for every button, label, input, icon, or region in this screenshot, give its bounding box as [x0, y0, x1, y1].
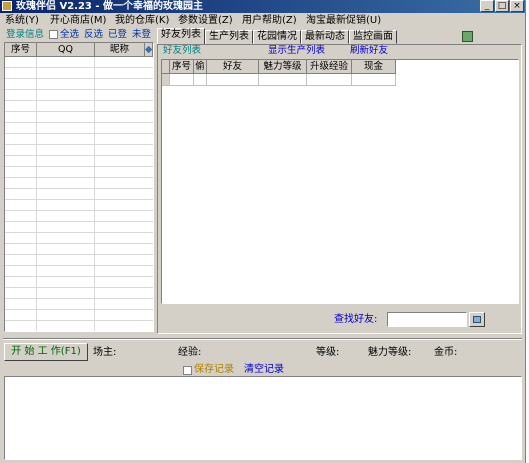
column-header-index[interactable]: 序号 — [5, 43, 37, 57]
table-row[interactable] — [5, 123, 153, 134]
table-row[interactable] — [5, 321, 153, 331]
friend-list-group-label: 好友列表 — [162, 45, 203, 57]
account-toolbar: 登录信息 全选 反选 已登 未登 — [4, 28, 154, 42]
table-row[interactable] — [5, 101, 153, 112]
table-row[interactable] — [5, 233, 153, 244]
experience-label: 经验: — [178, 347, 202, 358]
search-friend-input[interactable] — [387, 312, 467, 327]
start-work-button[interactable]: 开 始 工 作(F1) — [4, 343, 88, 361]
save-record-label[interactable]: 保存记录 — [194, 364, 234, 376]
charm-level-label: 魅力等级: — [368, 347, 412, 358]
level-label: 等级: — [316, 347, 340, 358]
search-friend-button[interactable] — [469, 312, 485, 327]
table-cell[interactable] — [194, 74, 207, 86]
table-row[interactable] — [5, 112, 153, 123]
table-row[interactable] — [5, 266, 153, 277]
logged-in-link[interactable]: 已登 — [108, 28, 127, 41]
table-row[interactable] — [5, 90, 153, 101]
table-cell[interactable] — [259, 74, 307, 86]
minimize-button[interactable]: _ — [480, 0, 494, 12]
table-row[interactable] — [5, 288, 153, 299]
log-textarea[interactable] — [4, 376, 522, 460]
table-row[interactable] — [5, 156, 153, 167]
table-row[interactable] — [5, 277, 153, 288]
tab-production-list[interactable]: 生产列表 — [205, 30, 253, 44]
table-row[interactable] — [5, 255, 153, 266]
table-row[interactable] — [5, 134, 153, 145]
table-row[interactable] — [5, 68, 153, 79]
column-header-corner — [162, 60, 170, 74]
column-header-index[interactable]: 序号 — [170, 60, 194, 74]
owner-label: 场主: — [93, 347, 117, 358]
table-row[interactable] — [5, 57, 153, 68]
row-header-cell — [162, 74, 170, 86]
table-row[interactable] — [5, 244, 153, 255]
column-header-friend[interactable]: 好友 — [207, 60, 259, 74]
not-logged-link[interactable]: 未登 — [132, 28, 151, 41]
menu-shop[interactable]: 开心商店(M) — [50, 14, 106, 27]
column-header-cash[interactable]: 现金 — [352, 60, 396, 74]
table-row[interactable] — [5, 145, 153, 156]
app-icon — [2, 1, 12, 11]
column-header-charm-level[interactable]: 魅力等级 — [259, 60, 307, 74]
invert-selection-link[interactable]: 反选 — [84, 28, 103, 41]
close-button[interactable]: × — [510, 0, 524, 12]
table-row[interactable] — [5, 79, 153, 90]
table-row[interactable] — [5, 178, 153, 189]
select-all-checkbox[interactable] — [49, 30, 58, 39]
gold-label: 金币: — [434, 347, 458, 358]
refresh-friends-link[interactable]: 刷新好友 — [350, 45, 388, 57]
scroll-indicator-icon[interactable]: ◆ — [145, 43, 153, 57]
table-row[interactable] — [5, 310, 153, 321]
table-row[interactable] — [5, 189, 153, 200]
calendar-icon[interactable] — [462, 31, 473, 42]
table-cell[interactable] — [207, 74, 259, 86]
save-record-checkbox[interactable] — [183, 366, 192, 375]
table-row[interactable] — [5, 167, 153, 178]
window-title: 玫瑰伴侣 V2.23 - 做一个幸福的玫瑰园主 — [16, 1, 204, 12]
tab-latest-news[interactable]: 最新动态 — [301, 30, 349, 44]
search-friend-label: 查找好友: — [334, 314, 378, 325]
column-header-nickname[interactable]: 昵称 — [95, 43, 145, 57]
show-production-link[interactable]: 显示生产列表 — [268, 45, 325, 57]
tab-monitor-view[interactable]: 监控画面 — [349, 30, 397, 44]
search-icon — [473, 316, 481, 323]
table-row[interactable] — [5, 211, 153, 222]
menu-warehouse[interactable]: 我的仓库(K) — [115, 14, 169, 27]
clear-record-link[interactable]: 清空记录 — [244, 364, 284, 376]
title-bar[interactable]: 玫瑰伴侣 V2.23 - 做一个幸福的玫瑰园主 _ □ × — [0, 0, 525, 13]
table-row[interactable] — [5, 222, 153, 233]
menu-help[interactable]: 用户帮助(Z) — [242, 14, 297, 27]
account-list[interactable]: 序号 QQ 昵称 ◆ — [4, 42, 154, 332]
select-all-link[interactable]: 全选 — [60, 28, 79, 41]
column-header-qq[interactable]: QQ — [37, 43, 95, 57]
tab-garden-status[interactable]: 花园情况 — [253, 30, 301, 44]
table-row[interactable] — [5, 299, 153, 310]
table-row[interactable] — [5, 200, 153, 211]
maximize-button[interactable]: □ — [495, 0, 509, 12]
menu-system[interactable]: 系统(Y) — [5, 14, 39, 27]
divider — [3, 338, 522, 340]
table-cell[interactable] — [170, 74, 194, 86]
column-header-steal[interactable]: 偷 — [194, 60, 207, 74]
table-cell[interactable] — [352, 74, 396, 86]
app-window: 玫瑰伴侣 V2.23 - 做一个幸福的玫瑰园主 _ □ × 系统(Y) 开心商店… — [0, 0, 526, 463]
table-cell[interactable] — [307, 74, 352, 86]
login-info-label: 登录信息 — [6, 29, 45, 40]
tab-friend-list[interactable]: 好友列表 — [157, 28, 205, 44]
menu-settings[interactable]: 参数设置(Z) — [178, 14, 233, 27]
menu-taobao[interactable]: 淘宝最新促销(U) — [306, 14, 381, 27]
column-header-upgrade-exp[interactable]: 升级经验 — [307, 60, 352, 74]
friend-list-table[interactable]: 序号 偷 好友 魅力等级 升级经验 现金 — [161, 59, 519, 304]
menu-bar: 系统(Y) 开心商店(M) 我的仓库(K) 参数设置(Z) 用户帮助(Z) 淘宝… — [0, 13, 525, 28]
